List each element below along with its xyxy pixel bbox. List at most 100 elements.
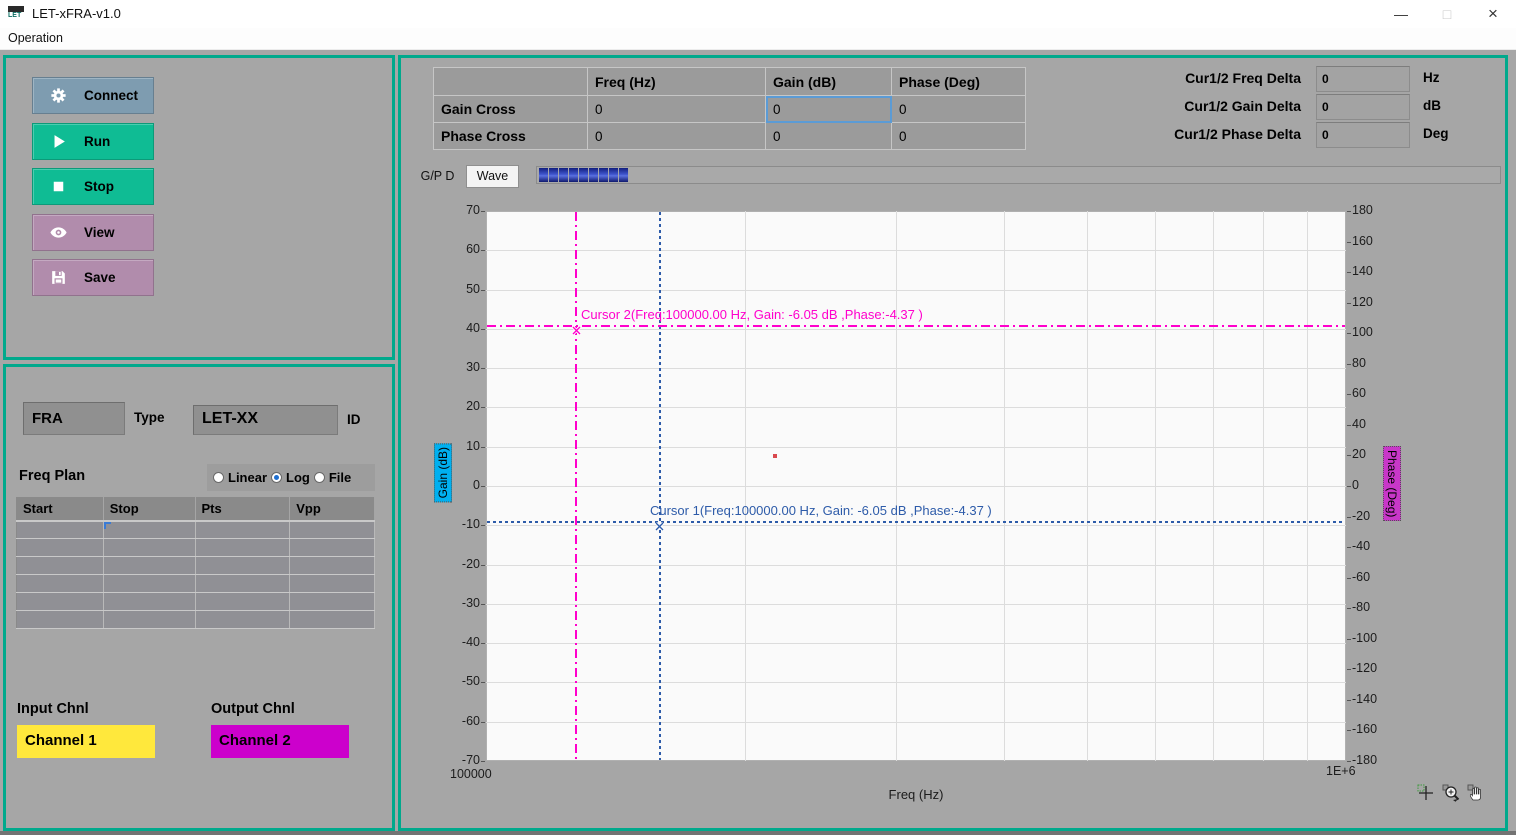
freq-table-cell[interactable]: [17, 521, 104, 539]
cursor-1-hline[interactable]: [487, 521, 1345, 523]
measurement-point: [773, 454, 777, 458]
gain-tick-mark: [481, 761, 485, 762]
cursor-1-marker[interactable]: [655, 518, 664, 527]
phase-tick-label: 20: [1352, 447, 1366, 461]
phase-tick-mark: [1347, 547, 1351, 548]
minimize-button[interactable]: —: [1378, 0, 1424, 28]
freq-table-cell[interactable]: [17, 539, 104, 557]
device-type-field[interactable]: FRA: [23, 402, 125, 435]
cursor-2-hline[interactable]: [487, 325, 1345, 327]
freq-table-cell[interactable]: [195, 575, 290, 593]
freq-table-cell[interactable]: [17, 593, 104, 611]
freq-table-cell[interactable]: [103, 521, 195, 539]
cursor-1-vline[interactable]: [659, 212, 661, 760]
gain-tick-label: -60: [401, 714, 480, 728]
log-radio-selected[interactable]: [271, 472, 282, 483]
h-gridline: [486, 486, 1346, 487]
input-chnl-selector[interactable]: Channel 1: [17, 725, 155, 758]
view-button[interactable]: View: [32, 214, 154, 251]
freq-table-cell[interactable]: [290, 575, 375, 593]
freq-table-cell[interactable]: [103, 611, 195, 629]
device-id-field[interactable]: LET-XX: [193, 405, 338, 435]
freq-table-cell[interactable]: [103, 539, 195, 557]
phase-tick-label: -180: [1352, 753, 1377, 767]
phase-tick-label: -80: [1352, 600, 1370, 614]
freq-table-cell[interactable]: [195, 593, 290, 611]
freq-table-header-pts: Pts: [195, 498, 290, 521]
gear-icon: [49, 86, 68, 105]
stop-icon: [49, 177, 68, 196]
device-type-label: Type: [134, 410, 165, 425]
phase-tick-label: 40: [1352, 417, 1366, 431]
gain-tick-mark: [481, 722, 485, 723]
phase-tick-mark: [1347, 211, 1351, 212]
play-icon: [49, 132, 68, 151]
gain-tick-label: 70: [401, 203, 480, 217]
freq-table-cell[interactable]: [103, 575, 195, 593]
h-gridline: [486, 722, 1346, 723]
phase-axis-label[interactable]: Phase (Deg): [1383, 446, 1401, 521]
gain-tick-label: -10: [401, 517, 480, 531]
phase-tick-label: -160: [1352, 722, 1377, 736]
bode-plot[interactable]: Gain (dB) Phase (Deg) 100000 1E+6 Freq (…: [401, 58, 1505, 828]
gain-tick-mark: [481, 565, 485, 566]
stop-button-label: Stop: [84, 179, 114, 194]
stop-button[interactable]: Stop: [32, 168, 154, 205]
menu-item-operation[interactable]: Operation: [0, 28, 71, 48]
input-chnl-label: Input Chnl: [17, 701, 89, 717]
h-gridline: [486, 368, 1346, 369]
zoom-tool[interactable]: [1442, 784, 1460, 807]
freq-table-cell[interactable]: [195, 557, 290, 575]
freq-table-header-stop: Stop: [103, 498, 195, 521]
freq-plan-table[interactable]: StartStopPtsVpp: [16, 497, 375, 629]
linear-radio[interactable]: [213, 472, 224, 483]
freq-table-cell[interactable]: [290, 557, 375, 575]
cursor-2-vline[interactable]: [575, 212, 577, 760]
freq-table-cell[interactable]: [103, 557, 195, 575]
freq-table-cell[interactable]: [290, 521, 375, 539]
gain-tick-label: 10: [401, 439, 480, 453]
freq-plan-mode-file[interactable]: File: [314, 470, 351, 485]
cursor-2-marker[interactable]: [572, 322, 581, 331]
freq-table-cell[interactable]: [17, 611, 104, 629]
connect-button[interactable]: Connect: [32, 77, 154, 114]
gain-tick-mark: [481, 329, 485, 330]
freq-table-row: [17, 539, 375, 557]
freq-table-cell[interactable]: [290, 593, 375, 611]
phase-tick-mark: [1347, 517, 1351, 518]
h-gridline: [486, 565, 1346, 566]
window-titlebar[interactable]: LET LET-xFRA-v1.0 — □ ×: [0, 0, 1516, 28]
save-button[interactable]: Save: [32, 259, 154, 296]
v-gridline: [896, 211, 897, 761]
cursor-move-tool[interactable]: [1417, 784, 1435, 807]
device-id-value: LET-XX: [194, 406, 337, 428]
freq-table-cell[interactable]: [103, 593, 195, 611]
phase-tick-mark: [1347, 303, 1351, 304]
freq-table-cell[interactable]: [195, 611, 290, 629]
freq-plan-mode-linear[interactable]: Linear: [213, 470, 267, 485]
phase-tick-label: -100: [1352, 631, 1377, 645]
freq-table-cell[interactable]: [195, 521, 290, 539]
gain-tick-label: -30: [401, 596, 480, 610]
output-chnl-selector[interactable]: Channel 2: [211, 725, 349, 758]
freq-table-cell[interactable]: [290, 611, 375, 629]
run-button[interactable]: Run: [32, 123, 154, 160]
freq-table-cell[interactable]: [17, 575, 104, 593]
h-gridline: [486, 682, 1346, 683]
phase-tick-mark: [1347, 455, 1351, 456]
cursor-2-readout: Cursor 2(Freq:100000.00 Hz, Gain: -6.05 …: [581, 307, 923, 322]
file-radio[interactable]: [314, 472, 325, 483]
freq-table-cell[interactable]: [290, 539, 375, 557]
freq-table-cell[interactable]: [195, 539, 290, 557]
close-button[interactable]: ×: [1470, 0, 1516, 28]
phase-tick-mark: [1347, 669, 1351, 670]
phase-tick-mark: [1347, 730, 1351, 731]
maximize-button[interactable]: □: [1424, 0, 1470, 28]
pan-tool[interactable]: [1467, 784, 1485, 807]
analysis-panel: Freq (Hz)Gain (dB)Phase (Deg)Gain Cross0…: [398, 55, 1508, 831]
phase-tick-mark: [1347, 394, 1351, 395]
v-gridline: [1087, 211, 1088, 761]
freq-table-cell[interactable]: [17, 557, 104, 575]
view-button-label: View: [84, 225, 115, 240]
freq-plan-mode-log[interactable]: Log: [271, 470, 310, 485]
